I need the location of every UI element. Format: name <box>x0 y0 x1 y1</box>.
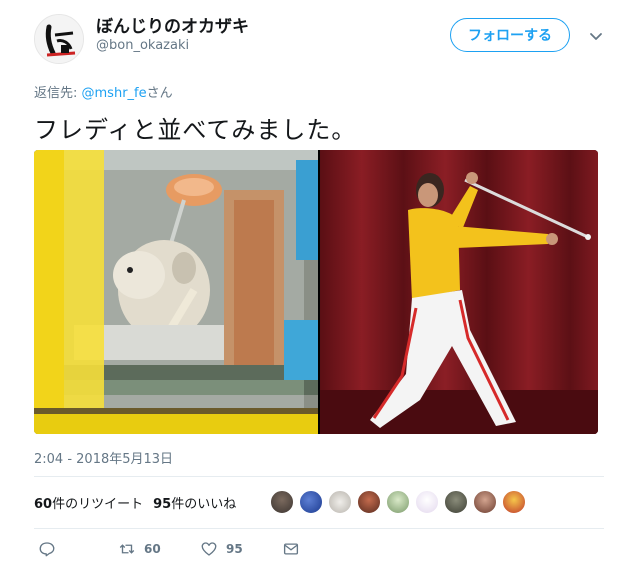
display-name[interactable]: ぼんじりのオカザキ <box>96 12 249 37</box>
reply-icon <box>39 542 55 557</box>
reply-mention-link[interactable]: @mshr_fe <box>82 86 147 101</box>
retweet-button[interactable]: 60 <box>118 540 161 558</box>
tweet-text: フレディと並べてみました。 <box>34 116 357 144</box>
user-handle[interactable]: @bon_okazaki <box>96 38 189 53</box>
retweet-stat-count: 60 <box>34 496 53 512</box>
like-stat[interactable]: 95件のいいね <box>153 493 236 512</box>
liker-avatar[interactable] <box>415 490 439 514</box>
heart-icon <box>201 542 217 556</box>
liker-avatar[interactable] <box>328 490 352 514</box>
performer-photo[interactable] <box>320 150 598 434</box>
reply-context: 返信先: @mshr_feさん <box>34 82 173 101</box>
liker-avatar[interactable] <box>444 490 468 514</box>
like-button[interactable]: 95 <box>200 540 243 558</box>
retweet-stat[interactable]: 60件のリツイート <box>34 493 143 512</box>
divider <box>34 528 604 529</box>
hamster-photo[interactable] <box>34 150 318 434</box>
retweet-count: 60 <box>144 542 161 556</box>
envelope-icon <box>283 543 299 555</box>
liker-avatar[interactable] <box>357 490 381 514</box>
like-count: 95 <box>226 542 243 556</box>
retweet-icon <box>119 544 135 554</box>
liker-avatar[interactable] <box>502 490 526 514</box>
divider <box>34 476 604 477</box>
liker-avatar[interactable] <box>473 490 497 514</box>
liker-avatar[interactable] <box>386 490 410 514</box>
like-stat-count: 95 <box>153 496 172 512</box>
tweet-timestamp[interactable]: 2:04 - 2018年5月13日 <box>34 448 173 467</box>
reply-button[interactable] <box>38 540 56 558</box>
like-stat-label: 件のいいね <box>171 496 237 512</box>
tweet-media[interactable] <box>34 150 598 434</box>
tweet-header: ぼんじりのオカザキ @bon_okazaki フォローする <box>0 0 640 76</box>
direct-message-button[interactable] <box>282 540 300 558</box>
liker-avatar[interactable] <box>270 490 294 514</box>
reply-suffix: さん <box>146 86 173 101</box>
avatar-logo-icon <box>35 15 83 63</box>
follow-button[interactable]: フォローする <box>450 18 570 52</box>
tweet-stats: 60件のリツイート 95件のいいね <box>34 491 246 513</box>
chevron-down-icon[interactable] <box>588 28 604 44</box>
reply-prefix: 返信先: <box>34 86 82 101</box>
liker-avatar[interactable] <box>299 490 323 514</box>
retweet-stat-label: 件のリツイート <box>52 496 144 512</box>
liker-avatars <box>270 490 531 516</box>
tweet-actions: 60 95 <box>34 540 434 562</box>
avatar[interactable] <box>34 14 84 64</box>
